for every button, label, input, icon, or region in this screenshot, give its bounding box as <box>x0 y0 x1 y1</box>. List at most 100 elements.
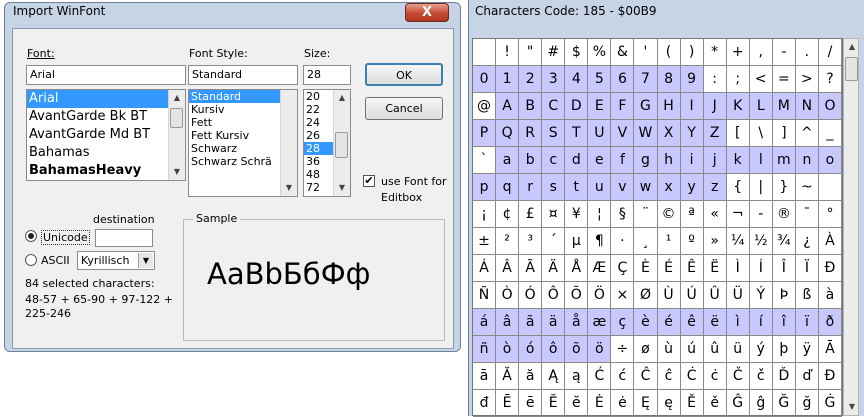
char-cell[interactable]: þ <box>772 336 796 363</box>
font-name-input[interactable]: Arial <box>26 65 186 85</box>
char-cell[interactable]: / <box>818 39 842 66</box>
char-cell[interactable]: = <box>772 66 796 93</box>
unicode-radio[interactable] <box>25 230 37 242</box>
char-cell[interactable]: Ĉ <box>634 363 658 390</box>
char-cell[interactable]: Þ <box>772 282 796 309</box>
use-font-checkbox[interactable]: ✔ <box>363 175 375 187</box>
char-cell[interactable]: x <box>657 174 681 201</box>
char-cell[interactable]: D <box>565 93 589 120</box>
char-cell[interactable]: á <box>473 309 497 336</box>
char-cell[interactable]: ® <box>772 201 796 228</box>
char-cell[interactable]: ¸ <box>634 228 658 255</box>
char-cell[interactable]: 5 <box>588 66 612 93</box>
char-cell[interactable]: ¾ <box>772 228 796 255</box>
character-grid-scrollbar[interactable]: ▲ ▼ <box>843 38 859 416</box>
char-cell[interactable]: ¡ <box>473 201 497 228</box>
scroll-down-icon[interactable]: ▼ <box>169 164 185 180</box>
char-cell[interactable]: æ <box>588 309 612 336</box>
char-cell[interactable]: à <box>818 282 842 309</box>
char-cell[interactable]: [ <box>726 120 750 147</box>
character-grid[interactable]: ! " # $% & '() * +, -./0 1 2 3 4 5 6 7 8 9:; < = >? @ A B C D E F G H… <box>472 38 843 417</box>
list-item[interactable]: Arial <box>27 90 185 108</box>
char-cell[interactable]: Ĕ <box>542 390 566 417</box>
char-cell[interactable]: ā <box>473 363 497 390</box>
char-cell[interactable]: ä <box>542 309 566 336</box>
chevron-down-icon[interactable]: ▼ <box>138 253 153 268</box>
char-cell[interactable]: ÿ <box>795 336 819 363</box>
char-cell[interactable]: Ā <box>818 336 842 363</box>
char-cell[interactable]: Z <box>703 120 727 147</box>
char-cell[interactable]: Á <box>473 255 497 282</box>
char-cell[interactable]: ü <box>726 336 750 363</box>
char-cell[interactable]: ¯ <box>795 201 819 228</box>
char-cell[interactable] <box>473 39 497 66</box>
char-cell[interactable]: ¹ <box>657 228 681 255</box>
char-cell[interactable]: Ä <box>542 255 566 282</box>
font-style-list[interactable]: Standard Kursiv Fett Fett Kursiv Schwarz Schw… <box>188 89 298 197</box>
char-cell[interactable]: k <box>726 147 750 174</box>
char-cell[interactable]: K <box>726 93 750 120</box>
char-cell[interactable]: ē <box>519 390 543 417</box>
char-cell[interactable]: . <box>795 39 819 66</box>
char-cell[interactable]: · <box>611 228 635 255</box>
char-cell[interactable]: \ <box>749 120 773 147</box>
char-cell[interactable]: : <box>703 66 727 93</box>
char-cell[interactable]: Î <box>772 255 796 282</box>
char-cell[interactable]: ç <box>611 309 635 336</box>
char-cell[interactable]: ï <box>795 309 819 336</box>
char-cell[interactable]: ß <box>795 282 819 309</box>
char-cell[interactable]: © <box>657 201 681 228</box>
char-cell[interactable]: z <box>703 174 727 201</box>
char-cell[interactable]: - <box>772 39 796 66</box>
char-cell[interactable]: ² <box>496 228 520 255</box>
char-cell[interactable]: ¨ <box>634 201 658 228</box>
char-cell[interactable]: G <box>634 93 658 120</box>
char-cell[interactable]: c <box>542 147 566 174</box>
char-cell[interactable]: ö <box>588 336 612 363</box>
char-cell[interactable]: ] <box>772 120 796 147</box>
char-cell[interactable]: m <box>772 147 796 174</box>
char-cell[interactable]: ¶ <box>588 228 612 255</box>
cancel-button[interactable]: Cancel <box>365 97 443 120</box>
char-cell[interactable]: ò <box>496 336 520 363</box>
char-cell[interactable]: ³ <box>519 228 543 255</box>
char-cell[interactable]: û <box>703 336 727 363</box>
char-cell[interactable]: ì <box>726 309 750 336</box>
encoding-select[interactable]: Kyrillisch ▼ <box>77 251 155 270</box>
char-cell[interactable]: q <box>496 174 520 201</box>
scroll-down-icon[interactable]: ▼ <box>334 180 350 196</box>
char-cell[interactable]: ď <box>795 363 819 390</box>
ascii-radio[interactable] <box>25 254 37 266</box>
char-cell[interactable]: Đ <box>818 363 842 390</box>
char-cell[interactable]: Ã <box>519 255 543 282</box>
char-cell[interactable]: e <box>588 147 612 174</box>
scroll-thumb[interactable] <box>845 57 858 81</box>
char-cell[interactable]: * <box>703 39 727 66</box>
char-cell[interactable]: ý <box>749 336 773 363</box>
char-cell[interactable]: Ú <box>680 282 704 309</box>
char-cell[interactable]: É <box>657 255 681 282</box>
char-cell[interactable]: < <box>749 66 773 93</box>
char-cell[interactable]: ė <box>611 390 635 417</box>
char-cell[interactable]: ^ <box>795 120 819 147</box>
char-cell[interactable]: h <box>657 147 681 174</box>
char-cell[interactable]: @ <box>473 93 497 120</box>
char-cell[interactable]: Í <box>749 255 773 282</box>
char-cell[interactable]: S <box>542 120 566 147</box>
char-cell[interactable]: - <box>749 201 773 228</box>
char-cell[interactable]: r <box>519 174 543 201</box>
list-item[interactable]: AvantGarde Md BT <box>27 126 185 144</box>
font-style-input[interactable]: Standard <box>188 65 298 85</box>
char-cell[interactable]: Q <box>496 120 520 147</box>
char-cell[interactable]: č <box>749 363 773 390</box>
scroll-down-icon[interactable]: ▼ <box>281 180 297 196</box>
char-cell[interactable]: U <box>588 120 612 147</box>
char-cell[interactable]: u <box>588 174 612 201</box>
char-cell[interactable]: ' <box>634 39 658 66</box>
char-cell[interactable]: L <box>749 93 773 120</box>
char-cell[interactable]: + <box>726 39 750 66</box>
char-cell[interactable]: | <box>749 174 773 201</box>
char-cell[interactable]: ú <box>680 336 704 363</box>
char-cell[interactable]: Ü <box>726 282 750 309</box>
char-cell[interactable]: § <box>611 201 635 228</box>
